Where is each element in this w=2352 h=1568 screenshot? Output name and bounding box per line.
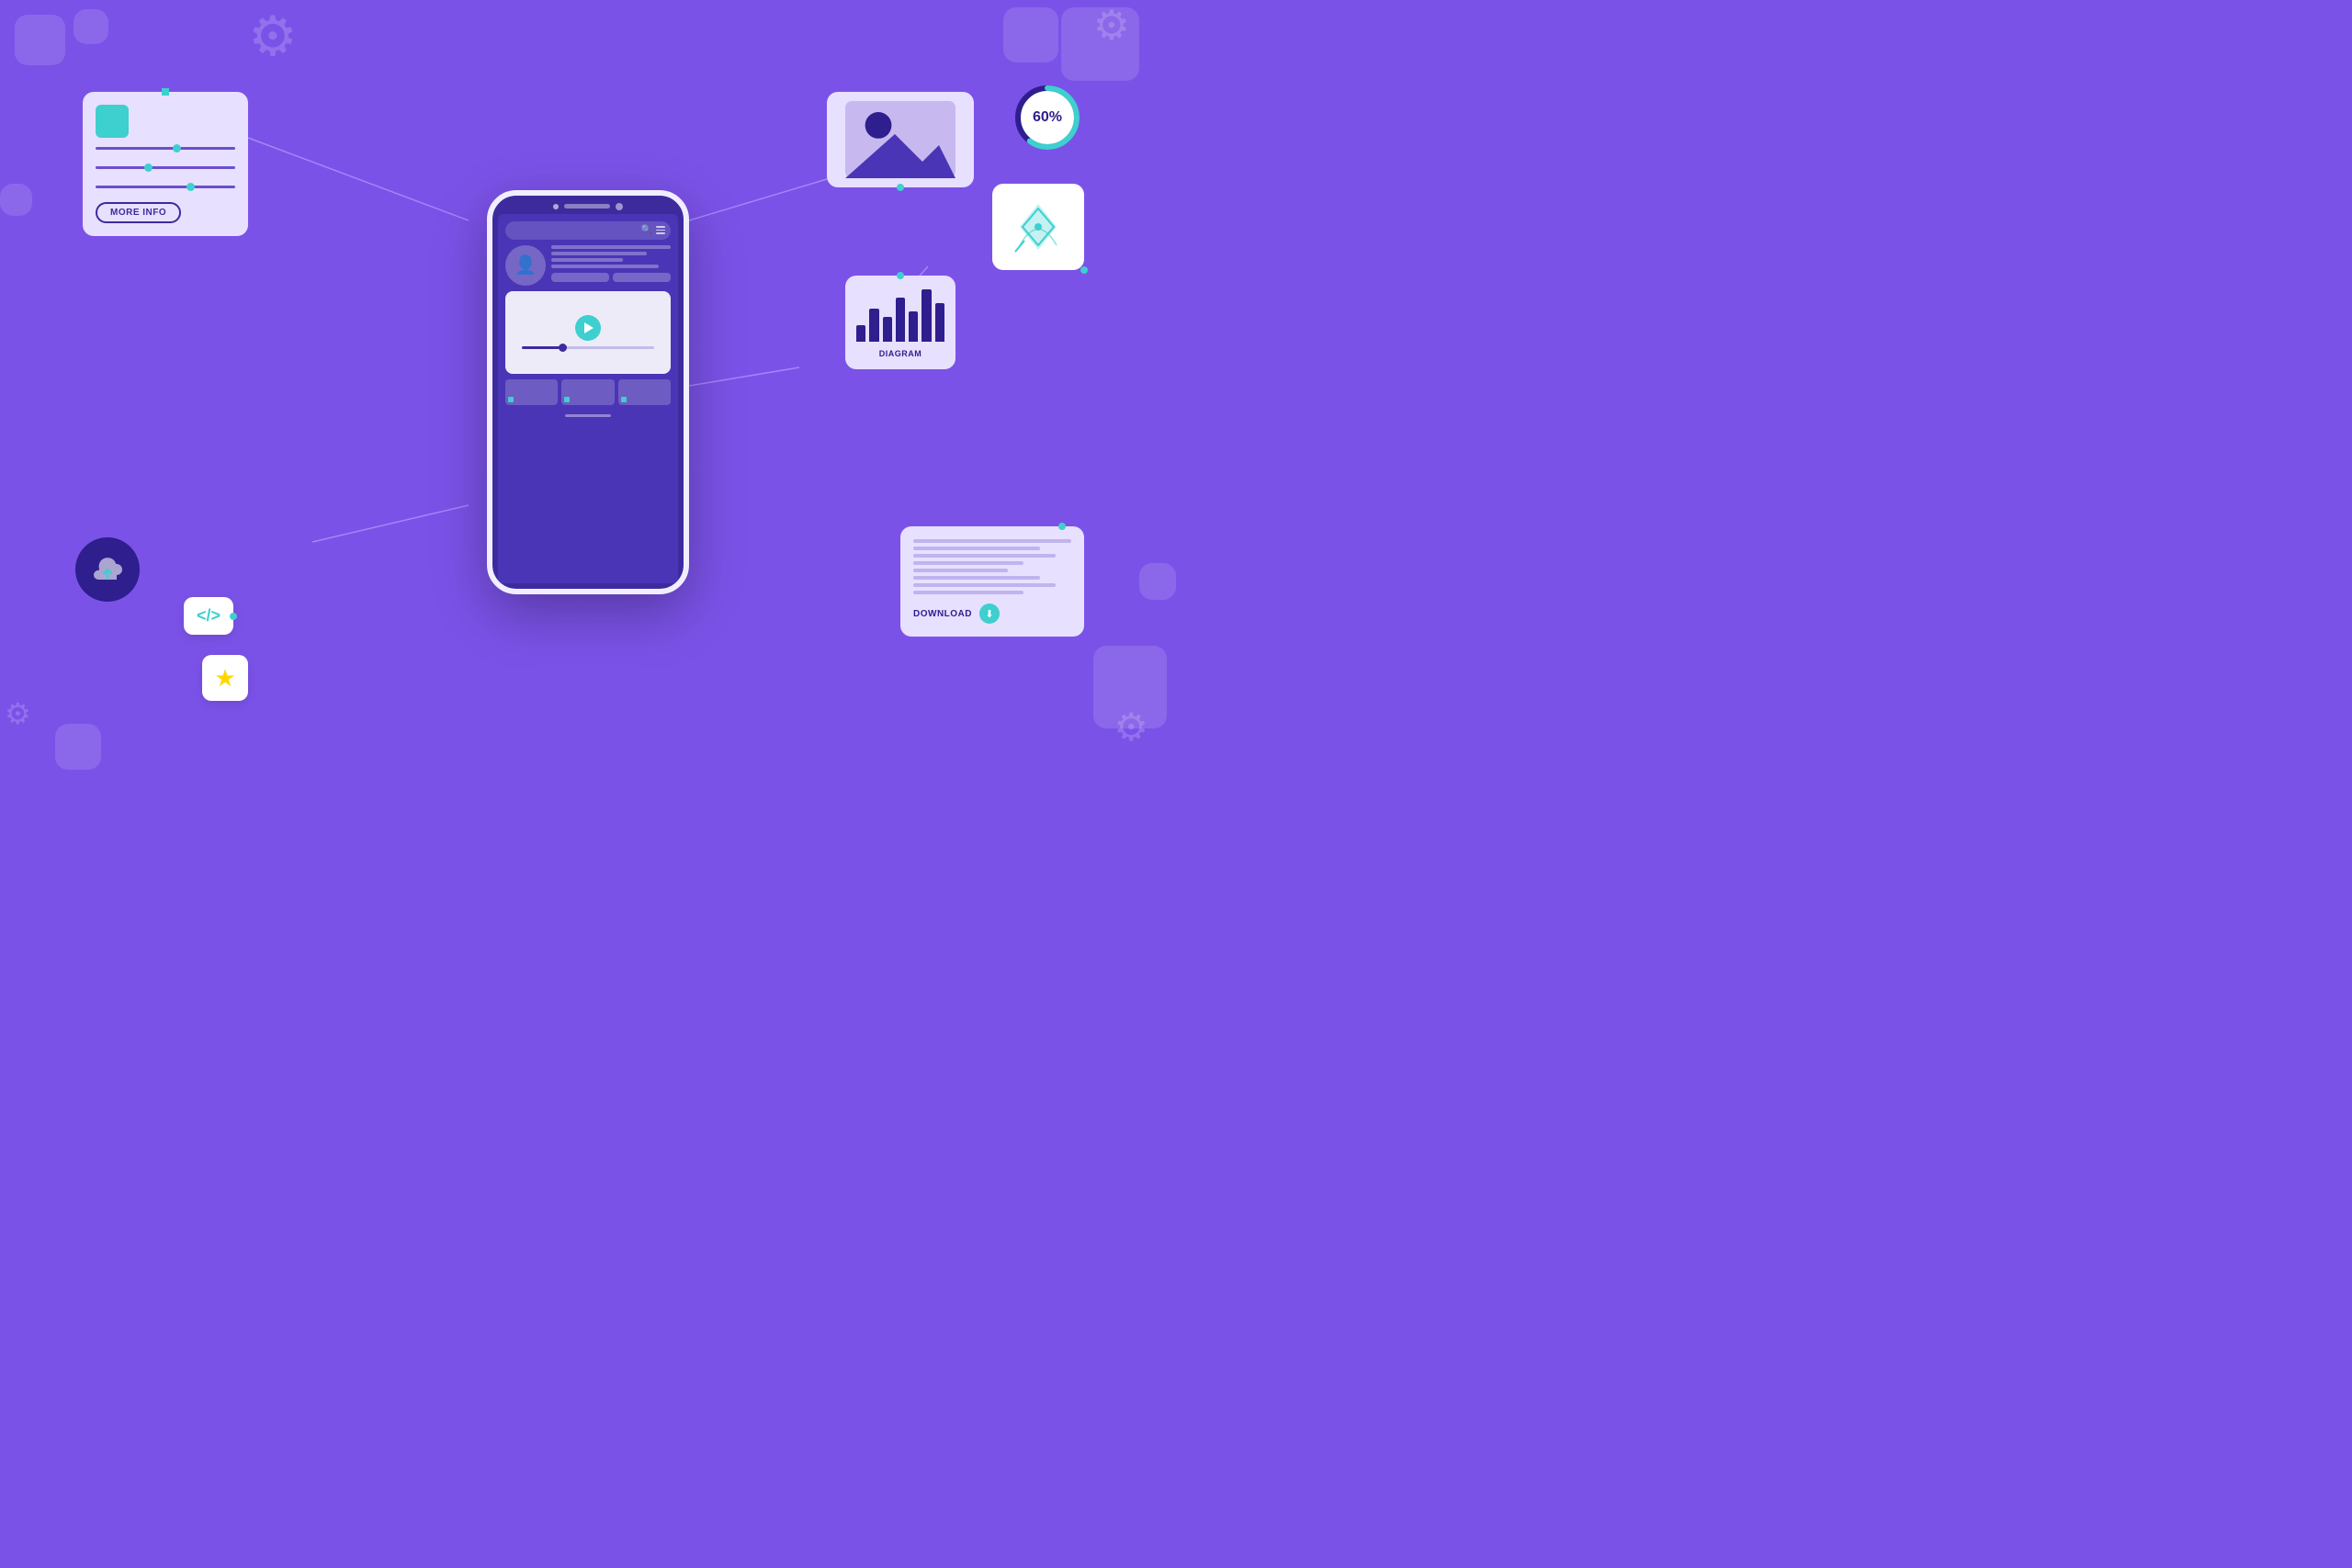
bar-3 xyxy=(883,317,892,342)
dl-line-4 xyxy=(913,561,1023,565)
slider-3-thumb xyxy=(187,183,195,191)
bar-5 xyxy=(909,311,918,342)
bg-square-8 xyxy=(1139,563,1176,600)
grid-item-3 xyxy=(618,379,671,405)
phone-notch xyxy=(492,196,684,214)
phone-camera xyxy=(616,203,623,210)
phone-profile-text xyxy=(551,245,671,282)
phone-speaker xyxy=(564,204,610,209)
phone-home-indicator xyxy=(565,414,611,417)
code-tag-dot xyxy=(230,613,237,620)
phone-menu-icon xyxy=(656,226,665,234)
info-card-square xyxy=(96,105,129,138)
bg-square-6 xyxy=(55,724,101,770)
download-icon: ⬇ xyxy=(979,604,1000,624)
download-card: DOWNLOAD ⬇ xyxy=(900,526,1084,637)
profile-btn-1 xyxy=(551,273,609,282)
progress-circle: 60% xyxy=(1011,81,1084,154)
star-tag: ★ xyxy=(202,655,248,701)
play-triangle-icon xyxy=(584,322,594,333)
dl-line-8 xyxy=(913,591,1023,594)
dl-line-1 xyxy=(913,539,1071,543)
phone-avatar: 👤 xyxy=(505,245,546,286)
slider-2 xyxy=(96,166,235,169)
more-info-button[interactable]: MORE INFO xyxy=(96,202,181,223)
pen-tool-icon xyxy=(1006,195,1070,259)
diagram-dot xyxy=(897,272,904,279)
phone-dot-1 xyxy=(553,204,559,209)
bar-7 xyxy=(935,303,944,342)
diagram-card: DIAGRAM xyxy=(845,276,956,369)
gear-icon-3: ⚙ xyxy=(1114,708,1148,747)
profile-line-2 xyxy=(551,252,647,255)
diagram-label: DIAGRAM xyxy=(856,349,944,358)
bg-square-3 xyxy=(1003,7,1058,62)
phone-search-bar: 🔍 xyxy=(505,221,671,240)
info-card-dot xyxy=(162,88,169,96)
cloud-upload-circle xyxy=(75,537,140,602)
code-tag-text: </> xyxy=(197,606,220,625)
bar-6 xyxy=(922,289,931,342)
slider-1-thumb xyxy=(173,144,181,152)
phone-screen: 🔍 👤 xyxy=(498,214,678,583)
phone-video-block xyxy=(505,291,671,374)
gear-icon-4: ⚙ xyxy=(5,699,31,728)
slider-2-thumb xyxy=(144,164,153,172)
grid-item-2 xyxy=(561,379,614,405)
vector-card xyxy=(992,184,1084,270)
image-card xyxy=(827,92,974,187)
vector-card-dot xyxy=(1080,266,1088,274)
avatar-icon: 👤 xyxy=(514,254,537,276)
bar-1 xyxy=(856,325,865,342)
image-card-dot xyxy=(897,184,904,191)
video-progress-fill xyxy=(522,346,561,349)
grid-item-1 xyxy=(505,379,558,405)
progress-text: 60% xyxy=(1033,109,1062,126)
gear-icon-2: ⚙ xyxy=(1093,5,1130,46)
slider-1 xyxy=(96,147,235,150)
download-text-lines xyxy=(913,539,1071,594)
slider-3 xyxy=(96,186,235,188)
diagram-bars xyxy=(856,287,944,342)
play-button xyxy=(575,315,601,341)
profile-line-3 xyxy=(551,258,623,262)
profile-btn-2 xyxy=(613,273,671,282)
download-button-row: DOWNLOAD ⬇ xyxy=(913,604,1071,624)
bg-square-2 xyxy=(74,9,108,44)
image-placeholder xyxy=(838,103,963,176)
profile-buttons xyxy=(551,273,671,282)
download-label: DOWNLOAD xyxy=(913,609,972,619)
bar-2 xyxy=(869,309,878,342)
gear-icon-1: ⚙ xyxy=(248,9,298,64)
video-progress-bar xyxy=(522,346,654,349)
bg-square-1 xyxy=(15,15,65,65)
bg-square-7 xyxy=(0,184,32,216)
info-card: MORE INFO xyxy=(83,92,248,236)
cloud-upload-icon xyxy=(91,557,124,582)
dl-line-3 xyxy=(913,554,1056,558)
dl-line-7 xyxy=(913,583,1056,587)
download-card-dot xyxy=(1058,523,1066,530)
profile-line-4 xyxy=(551,265,659,268)
phone: 🔍 👤 xyxy=(487,190,689,594)
phone-bottom-bar xyxy=(505,414,671,417)
code-tag: </> xyxy=(184,597,233,635)
dl-line-2 xyxy=(913,547,1040,550)
video-progress-dot xyxy=(559,344,567,352)
landscape-icon xyxy=(845,101,956,178)
bar-4 xyxy=(896,298,905,342)
dl-line-6 xyxy=(913,576,1040,580)
phone-search-icon: 🔍 xyxy=(641,225,652,235)
dl-line-5 xyxy=(913,569,1008,572)
star-icon: ★ xyxy=(214,664,235,693)
phone-grid xyxy=(505,379,671,405)
phone-profile-row: 👤 xyxy=(505,245,671,286)
profile-line-1 xyxy=(551,245,671,249)
